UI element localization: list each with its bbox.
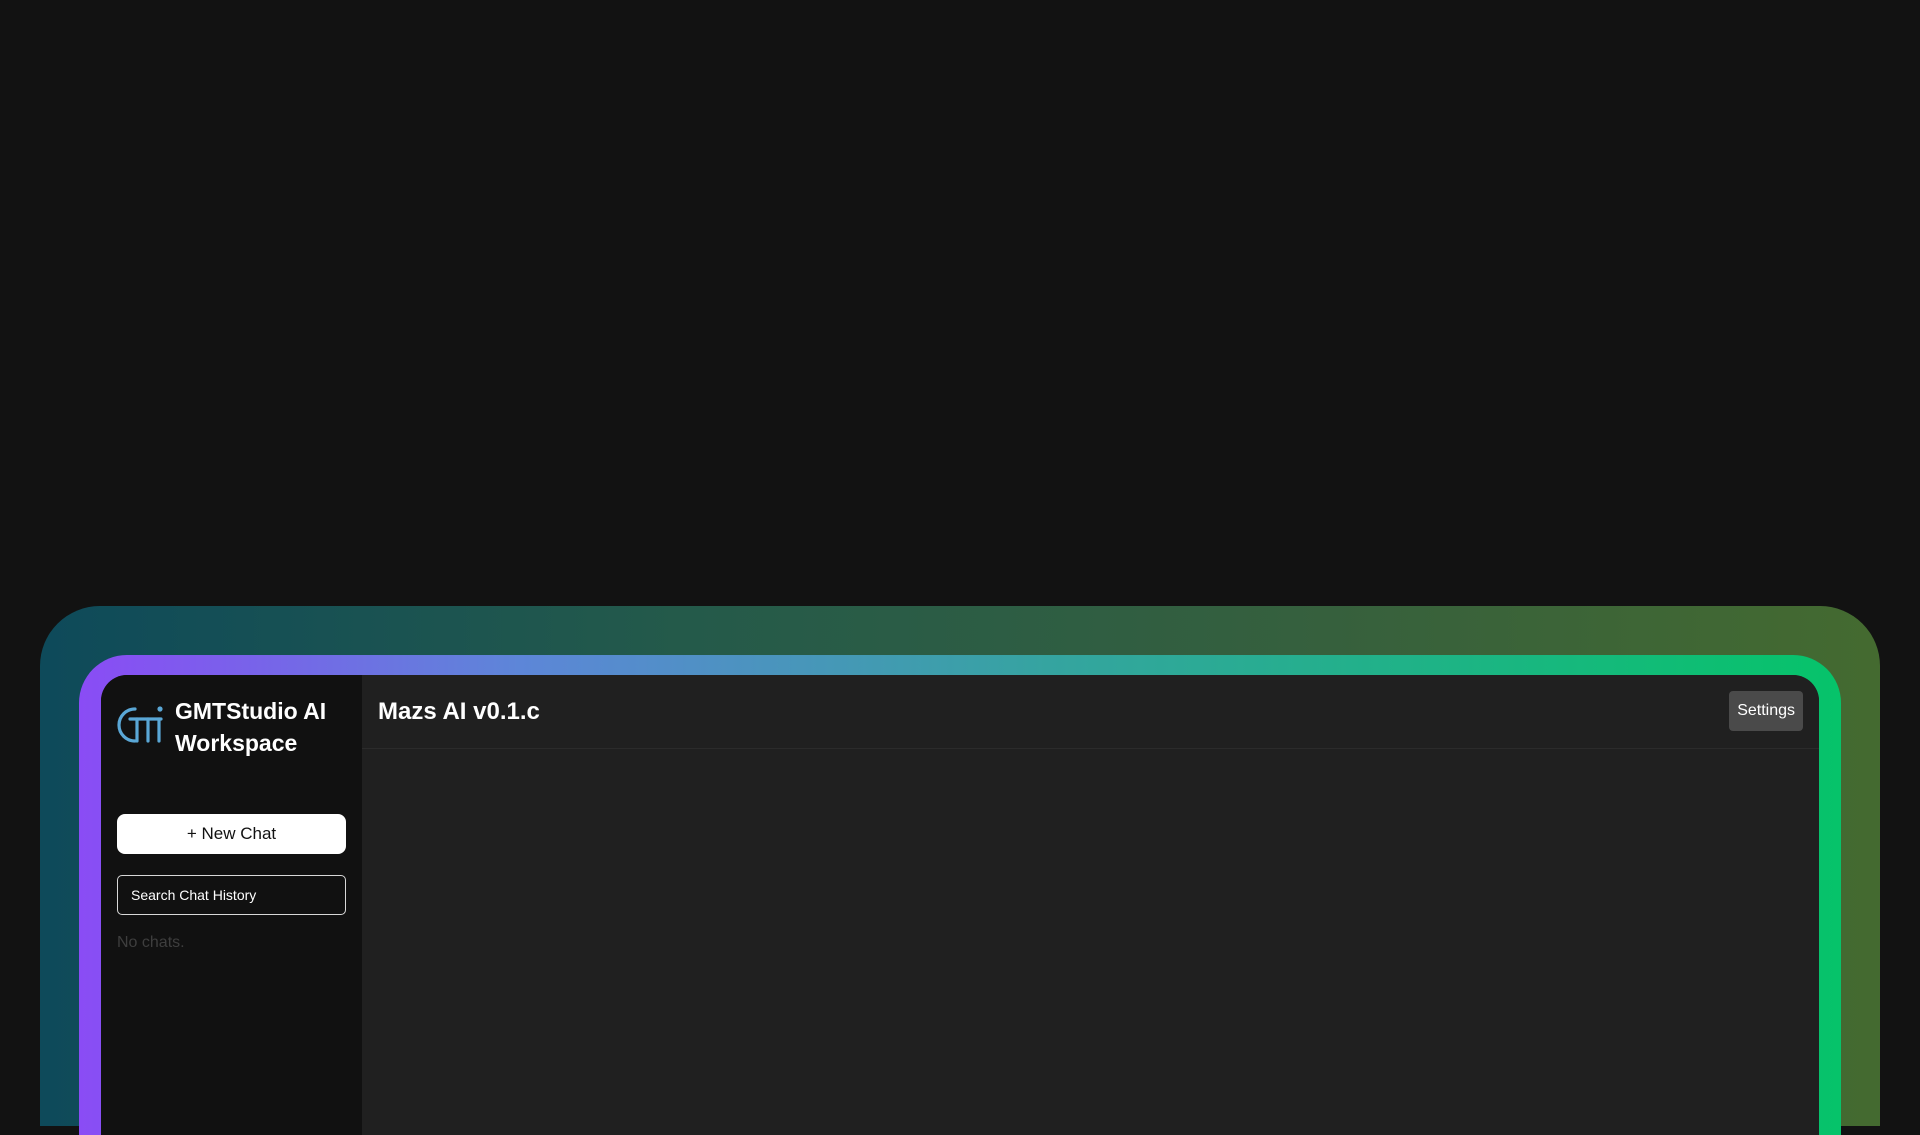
new-chat-button[interactable]: + New Chat	[117, 814, 346, 854]
model-title: Mazs AI v0.1.c	[378, 698, 540, 725]
main-header: Mazs AI v0.1.c Settings	[362, 675, 1819, 749]
settings-button[interactable]: Settings	[1729, 691, 1803, 731]
chat-area	[362, 749, 1819, 1135]
brand: GMTStudio AI Workspace	[117, 695, 345, 759]
sidebar: GMTStudio AI Workspace + New Chat No cha…	[101, 675, 362, 1135]
empty-chat-list-message: No chats.	[117, 934, 185, 951]
main-panel: Mazs AI v0.1.c Settings	[362, 675, 1819, 1135]
app-window: GMTStudio AI Workspace + New Chat No cha…	[101, 675, 1819, 1135]
search-chat-history-input[interactable]	[117, 875, 346, 915]
gmt-logo-icon	[117, 706, 163, 743]
brand-title: GMTStudio AI Workspace	[175, 698, 327, 756]
